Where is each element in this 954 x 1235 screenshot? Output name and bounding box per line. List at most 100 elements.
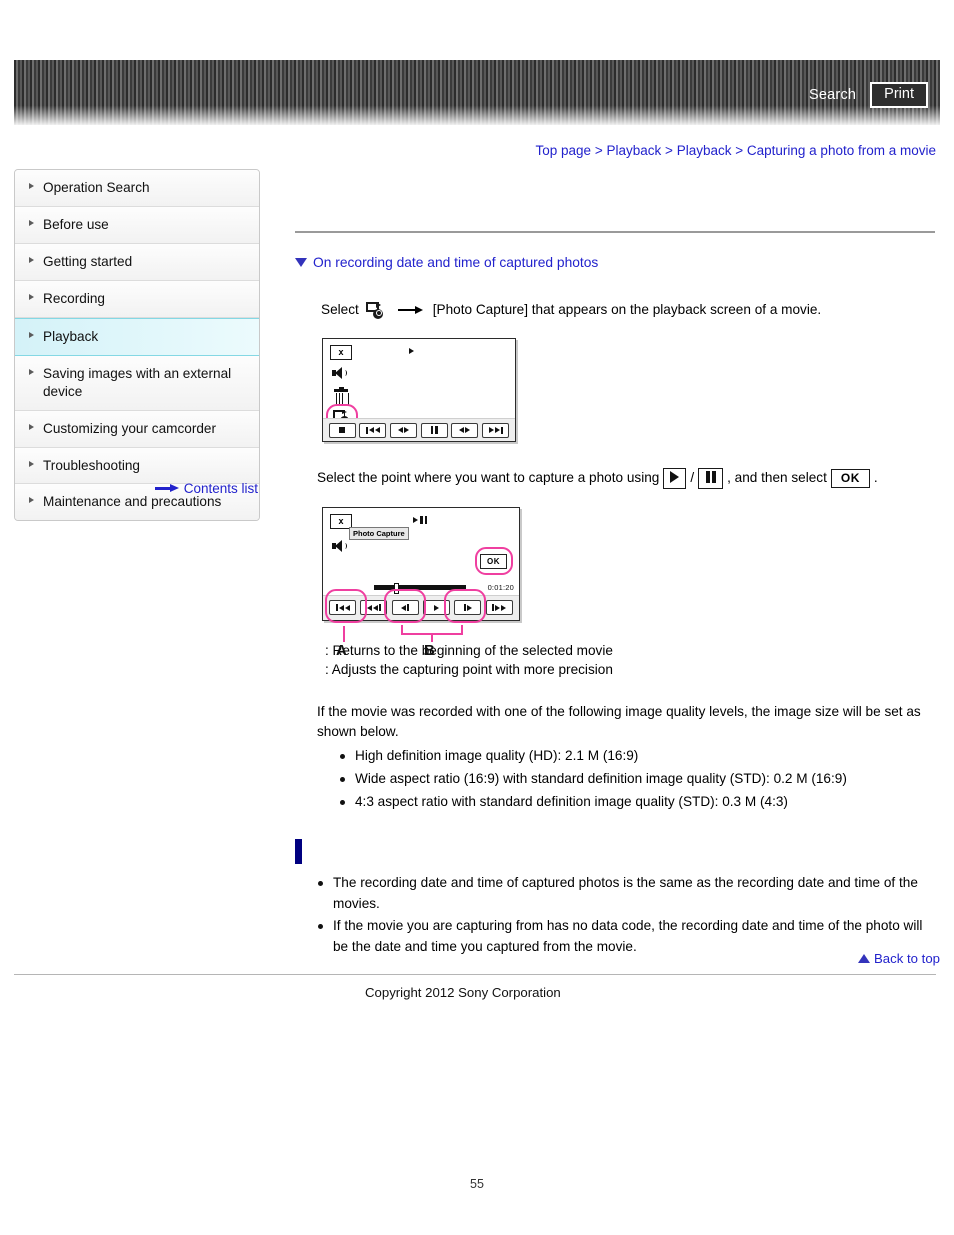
breadcrumb-separator: >: [665, 143, 673, 158]
sidebar-item-before-use[interactable]: Before use: [15, 206, 259, 244]
back-to-top-link[interactable]: Back to top: [858, 951, 940, 966]
highlight-frame-forward: [444, 588, 486, 623]
step-2-instruction: Select the point where you want to captu…: [317, 468, 940, 489]
sidebar-nav: Operation Search Before use Getting star…: [14, 169, 260, 522]
breadcrumb-item-playback-2[interactable]: Playback: [677, 143, 732, 158]
step-2-mid: , and then select: [727, 470, 827, 486]
chevron-right-icon: [29, 423, 34, 430]
mode-label: Photo Capture: [349, 526, 409, 540]
playback-control-bar: [323, 418, 515, 442]
trash-icon[interactable]: [334, 387, 349, 406]
callout-label-b: B: [424, 641, 435, 659]
close-icon[interactable]: x: [330, 345, 352, 361]
sidebar-item-label: Maintenance and precautions: [43, 494, 222, 510]
skip-back-button[interactable]: [359, 422, 387, 438]
chevron-right-icon: [29, 460, 34, 467]
sidebar-item-customizing[interactable]: Customizing your camcorder: [15, 410, 259, 448]
breadcrumb-separator: >: [735, 143, 744, 158]
notes-list: The recording date and time of captured …: [295, 873, 935, 958]
time-code: 0:01:20: [487, 582, 514, 592]
copyright-text: Copyright 2012 Sony Corporation: [365, 985, 561, 1000]
arrow-right-icon: [154, 483, 179, 493]
sidebar-item-label: Getting started: [43, 253, 133, 269]
sidebar-item-getting-started[interactable]: Getting started: [15, 243, 259, 281]
sidebar-item-label: Recording: [43, 290, 105, 306]
step-1-prefix: Select: [321, 302, 359, 317]
triangle-down-icon: [295, 258, 307, 267]
photo-capture-icon: [365, 301, 385, 319]
image-quality-intro: If the movie was recorded with one of th…: [317, 703, 921, 739]
device-screen-photo-capture: x Photo Capture OK 0:01:20 A B: [322, 506, 520, 659]
chevron-right-icon: [29, 331, 34, 338]
sidebar-item-saving-images[interactable]: Saving images with an external device: [15, 355, 259, 411]
triangle-up-icon: [858, 954, 871, 963]
step-1-instruction: Select [Photo Capture] that appears on t…: [321, 300, 940, 320]
breadcrumb-item-top-page[interactable]: Top page: [536, 143, 592, 158]
sidebar-item-label: Troubleshooting: [43, 457, 140, 473]
sidebar-item-playback[interactable]: Playback: [15, 317, 259, 356]
contents-list-row: Contents list: [14, 480, 258, 496]
ok-button-icon: OK: [830, 469, 870, 489]
print-button[interactable]: Print: [870, 82, 928, 108]
notes-section-marker: [295, 839, 302, 864]
step-1-suffix: [Photo Capture] that appears on the play…: [432, 302, 822, 317]
play-indicator-icon: [409, 348, 414, 355]
chevron-right-icon: [29, 256, 34, 263]
device-screen-playback: x: [322, 338, 516, 443]
sidebar-item-recording[interactable]: Recording: [15, 280, 259, 318]
skip-forward-button[interactable]: [482, 422, 510, 438]
notes-section: The recording date and time of captured …: [295, 869, 935, 958]
sidebar-item-label: Before use: [43, 216, 109, 232]
header-controls: Search Print: [809, 82, 928, 108]
site-header-banner: Search Print: [14, 60, 940, 125]
sidebar-item-operation-search[interactable]: Operation Search: [15, 170, 259, 207]
callout-b-description-text: : Adjusts the capturing point with more …: [325, 662, 613, 678]
image-quality-list: High definition image quality (HD): 2.1 …: [317, 746, 940, 812]
speaker-icon[interactable]: [332, 366, 348, 380]
callout-a-description: : Returns to the beginning of the select…: [325, 641, 940, 680]
chevron-right-icon: [29, 293, 34, 300]
page-number: 55: [470, 1177, 484, 1191]
callout-a-description-text: : Returns to the beginning of the select…: [325, 642, 613, 658]
callout-line-a: [343, 625, 345, 642]
callout-line-b-stem: [431, 632, 433, 642]
list-item: Wide aspect ratio (16:9) with standard d…: [339, 769, 940, 790]
content-divider: [295, 231, 935, 233]
footer-divider: [14, 974, 936, 975]
sidebar-item-label: Customizing your camcorder: [43, 420, 217, 436]
list-item: If the movie you are capturing from has …: [317, 916, 935, 957]
search-link[interactable]: Search: [809, 87, 856, 103]
slash-separator: /: [690, 470, 695, 486]
chevron-right-icon: [29, 219, 34, 226]
chevron-right-icon: [29, 183, 34, 189]
highlight-skip-back: [325, 588, 367, 623]
rewind-button[interactable]: [390, 422, 418, 438]
highlight-frame-back: [384, 588, 426, 623]
back-to-top-label: Back to top: [874, 951, 940, 966]
main-content: On recording date and time of captured p…: [14, 169, 940, 1000]
breadcrumb-item-current[interactable]: Capturing a photo from a movie: [747, 143, 936, 158]
sidebar-item-label: Playback: [43, 328, 99, 344]
sidebar-item-label: Operation Search: [43, 180, 150, 195]
pause-button-icon: [698, 468, 724, 489]
section-heading-label: On recording date and time of captured p…: [313, 255, 599, 270]
breadcrumb-separator: >: [594, 143, 603, 158]
step-2-suffix: .: [873, 470, 878, 486]
highlight-ok-button: [475, 546, 513, 575]
fast-forward-button[interactable]: [451, 422, 479, 438]
list-item: 4:3 aspect ratio with standard definitio…: [339, 792, 940, 813]
contents-list-link[interactable]: Contents list: [184, 481, 258, 496]
breadcrumb-item-playback-1[interactable]: Playback: [606, 143, 661, 158]
speaker-icon[interactable]: [332, 539, 348, 553]
arrow-right-icon: [397, 305, 424, 315]
play-button-icon: [663, 468, 687, 489]
pause-button[interactable]: [420, 422, 448, 438]
stop-button[interactable]: [328, 422, 356, 438]
step-2-prefix: Select the point where you want to captu…: [317, 470, 660, 486]
sidebar-item-troubleshooting[interactable]: Troubleshooting: [15, 447, 259, 485]
section-heading[interactable]: On recording date and time of captured p…: [295, 255, 940, 270]
list-item: The recording date and time of captured …: [317, 873, 935, 914]
play-pause-indicator-icon: [413, 515, 427, 524]
fast-forward-button[interactable]: [485, 600, 513, 616]
chevron-right-icon: [29, 368, 34, 375]
